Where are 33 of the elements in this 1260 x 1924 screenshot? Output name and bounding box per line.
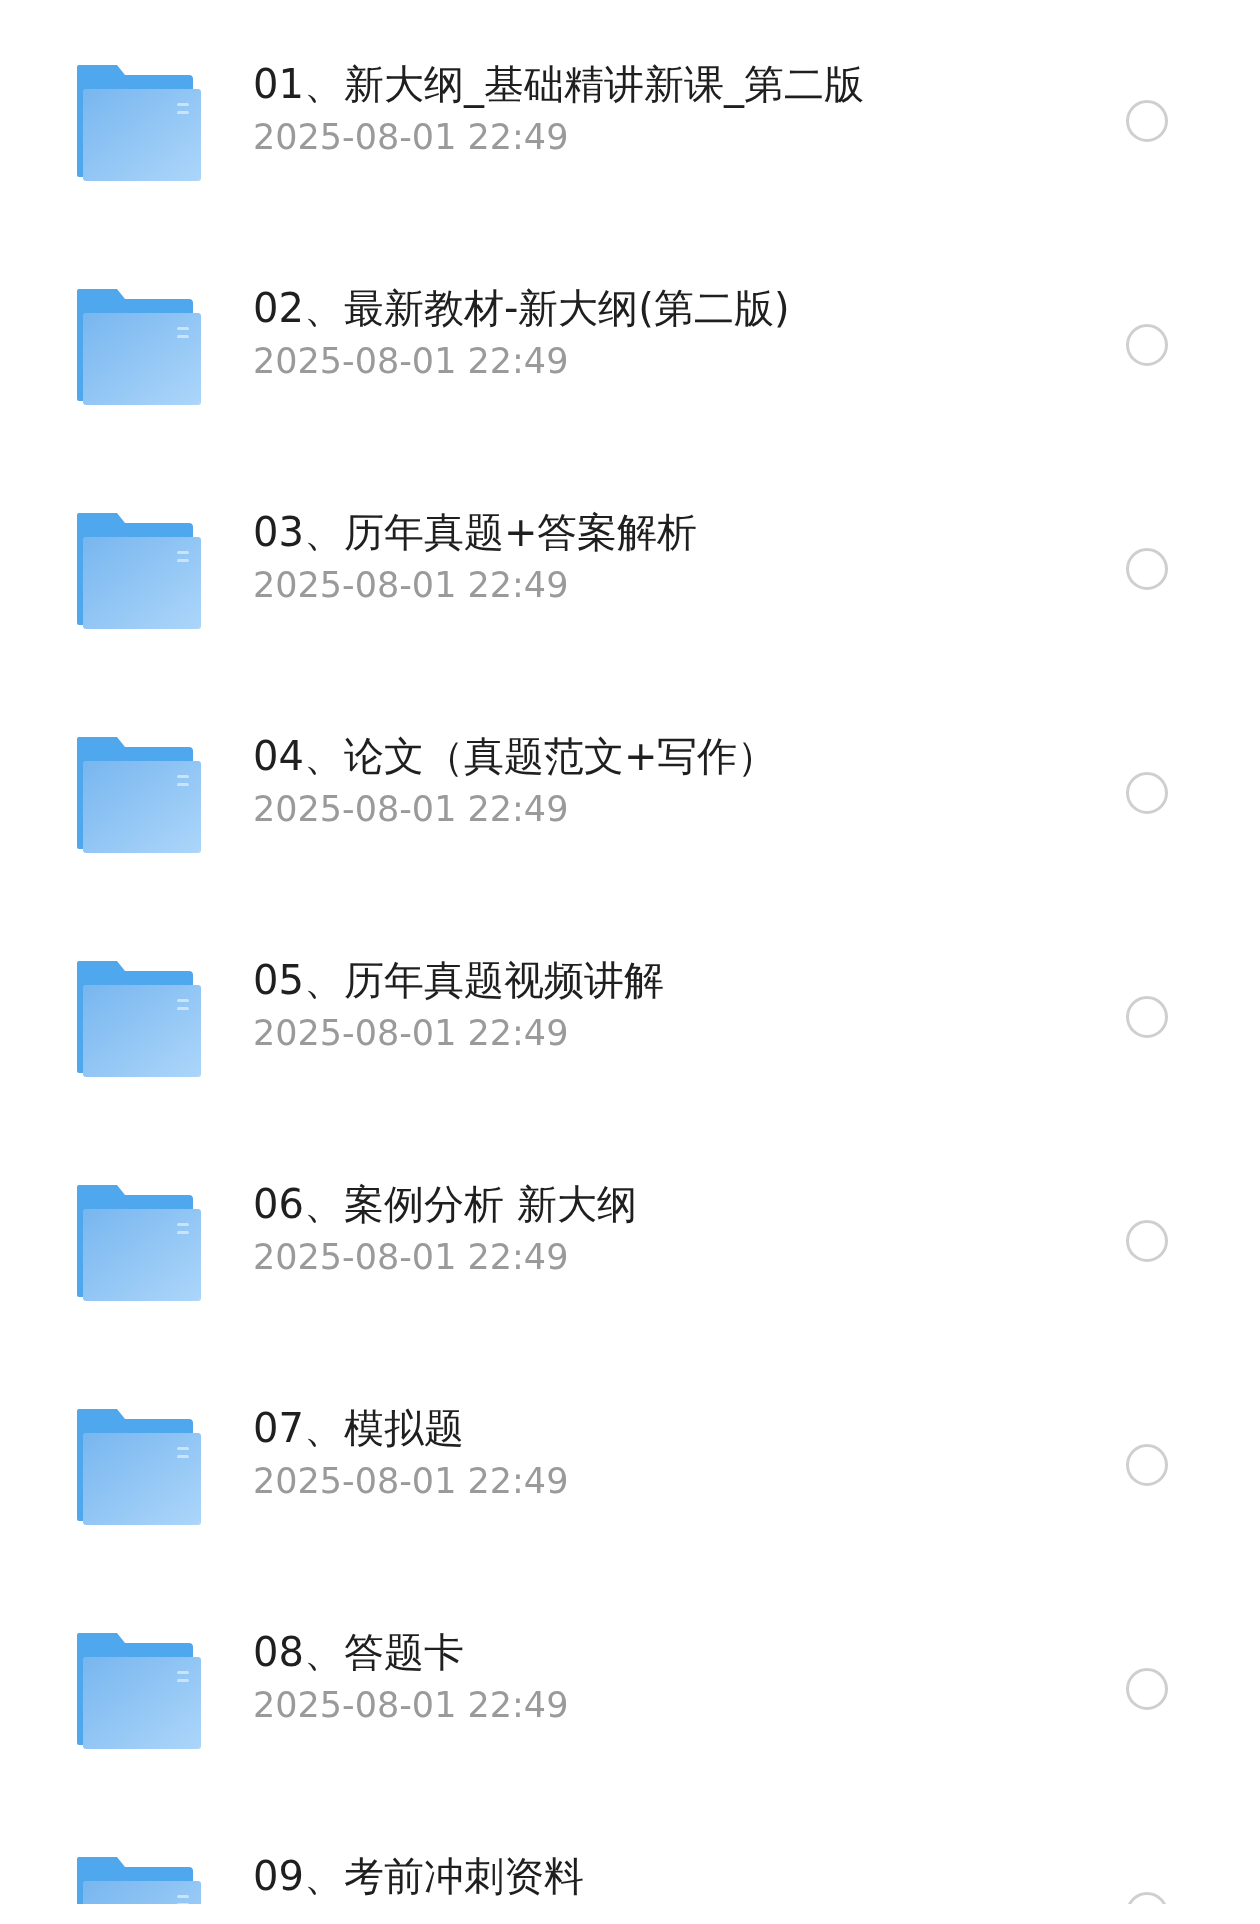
folder-icon (77, 1633, 201, 1749)
folder-icon (77, 1185, 201, 1301)
folder-name: 06、案例分析 新大纲 (253, 1180, 638, 1229)
folder-date: 2025-08-01 22:49 (253, 1012, 570, 1055)
folder-name: 08、答题卡 (253, 1628, 465, 1677)
folder-date: 2025-08-01 22:49 (253, 1684, 570, 1727)
folder-name: 05、历年真题视频讲解 (253, 956, 665, 1005)
folder-date: 2025-08-01 22:49 (253, 116, 570, 159)
folder-name: 04、论文（真题范文+写作） (253, 732, 779, 781)
select-radio[interactable] (1126, 1444, 1168, 1486)
select-radio[interactable] (1126, 772, 1168, 814)
select-radio[interactable] (1126, 1220, 1168, 1262)
folder-date: 2025-08-01 22:49 (253, 788, 570, 831)
folder-name: 09、考前冲刺资料 (253, 1852, 585, 1901)
folder-icon (77, 737, 201, 853)
folder-icon (77, 65, 201, 181)
folder-icon (77, 513, 201, 629)
folder-date: 2025-08-01 22:49 (253, 1236, 570, 1279)
select-radio[interactable] (1126, 996, 1168, 1038)
folder-date: 2025-08-01 22:49 (253, 564, 570, 607)
select-radio[interactable] (1126, 548, 1168, 590)
select-radio[interactable] (1126, 324, 1168, 366)
select-radio[interactable] (1126, 1668, 1168, 1710)
folder-name: 03、历年真题+答案解析 (253, 508, 699, 557)
folder-icon (77, 961, 201, 1077)
folder-date: 2025-08-01 22:49 (253, 1460, 570, 1503)
folder-name: 07、模拟题 (253, 1404, 465, 1453)
folder-date: 2025-08-01 22:49 (253, 340, 570, 383)
folder-name: 01、新大纲_基础精讲新课_第二版 (253, 60, 865, 110)
folder-name: 02、最新教材-新大纲(第二版) (253, 284, 791, 333)
select-radio[interactable] (1126, 100, 1168, 142)
folder-icon (77, 1409, 201, 1525)
folder-icon (77, 289, 201, 405)
